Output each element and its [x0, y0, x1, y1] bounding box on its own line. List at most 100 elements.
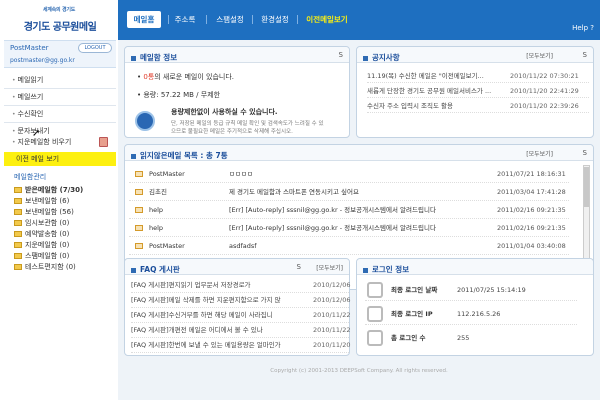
- new-mail-line: • 0통의 새로운 메일이 있습니다.: [137, 73, 235, 81]
- faq-row[interactable]: [FAQ 게시판]수신거부를 하면 해당 메일이 사라집니 2010/11/22: [131, 308, 351, 323]
- faq-row[interactable]: [FAQ 게시판]메일 삭제를 하면 지운편지함으로 가지 않 2010/12/0…: [131, 293, 350, 308]
- folder-item[interactable]: 받은메일함 (7/30): [14, 185, 83, 196]
- mail-from: PostMaster: [149, 170, 185, 178]
- user-box: PostMaster LOGOUT postmaster@gg.go.kr: [4, 40, 116, 68]
- tab-old-mail[interactable]: 이전메일보기: [300, 11, 354, 28]
- folder-item[interactable]: 스팸메일함 (0): [14, 251, 69, 262]
- faq-row[interactable]: [FAQ 게시판]개편전 메일은 어디에서 볼 수 있나 2010/11/22: [131, 323, 350, 338]
- folder-label: 스팸메일함 (0): [25, 252, 70, 260]
- folder-icon: [14, 187, 22, 193]
- mail-row[interactable]: help [Err] [Auto-reply] sssnil@gg.go.kr -…: [129, 219, 569, 237]
- old-mail-view-button[interactable]: 이전 메일 보기: [4, 152, 116, 166]
- new-mail-count[interactable]: 0통: [143, 73, 154, 81]
- mail-row[interactable]: PostMaster asdfadsf 2011/01/04 03:40:08: [129, 237, 569, 255]
- view-all-link[interactable]: [모두보기]: [526, 51, 553, 60]
- faq-subject: [FAQ 게시판]편지읽기 업무문서 저장경로가: [131, 281, 251, 289]
- user-email: postmaster@gg.go.kr: [10, 57, 75, 64]
- panel-title-text: FAQ 게시판: [140, 265, 180, 274]
- mail-row[interactable]: 김초진 제 경기도 메일함과 스마트폰 연동시키고 싶어요 2011/03/04 1…: [129, 183, 569, 201]
- logo-subtitle: 세계속의 경기도: [42, 7, 76, 13]
- tab-spam-settings[interactable]: 스팸설정: [210, 11, 250, 28]
- bullet-icon: •: [12, 77, 16, 84]
- notice-row[interactable]: 새롭게 단장한 경기도 공무원 메일서비스가 ... 2010/11/20 22:…: [367, 84, 589, 98]
- mail-from: PostMaster: [149, 242, 185, 250]
- menu-read-mail[interactable]: • 메일읽기: [4, 72, 116, 89]
- user-name: PostMaster: [10, 44, 49, 52]
- panel-title-text: 읽지않은메일 목록 : 총 7통: [140, 151, 228, 160]
- logout-button[interactable]: LOGOUT: [78, 43, 112, 53]
- view-all-link[interactable]: [모두보기]: [316, 263, 343, 272]
- login-value: 2011/07/25 15:14:19: [457, 286, 526, 294]
- folder-item[interactable]: 예약발송함 (0): [14, 229, 69, 240]
- view-all-link[interactable]: [모두보기]: [526, 149, 553, 158]
- mail-row[interactable]: PostMaster ㅁㅁㅁㅁ 2011/07/21 18:16:31: [129, 165, 569, 183]
- login-label: 최종 로그인 IP: [391, 310, 433, 318]
- bullet-icon: [131, 55, 136, 61]
- tab-mail-home[interactable]: 메일홈: [127, 11, 161, 28]
- folder-item[interactable]: 보낸메일함 (6): [14, 196, 69, 207]
- folder-item[interactable]: 테스트편지함 (0): [14, 262, 76, 273]
- refresh-icon[interactable]: S: [583, 149, 587, 157]
- refresh-icon[interactable]: S: [339, 51, 343, 59]
- panel-title: 읽지않은메일 목록 : 총 7통: [131, 150, 228, 161]
- house-icon: [367, 306, 383, 322]
- folder-item[interactable]: 지운메일함 (0): [14, 240, 69, 251]
- refresh-icon[interactable]: S: [297, 263, 301, 271]
- tab-preferences[interactable]: 환경설정: [255, 11, 295, 28]
- faq-date: 2010/11/22: [313, 311, 351, 319]
- bullet-icon: •: [12, 94, 16, 101]
- mail-date: 2011/07/21 18:16:31: [497, 170, 566, 178]
- notice-date: 2010/11/20 22:39:26: [510, 102, 579, 110]
- bullet-icon: [131, 267, 136, 273]
- help-link[interactable]: Help ?: [572, 24, 594, 32]
- notice-row[interactable]: 수신자 주소 입력시 조직도 활용 2010/11/20 22:39:26: [367, 99, 589, 113]
- folder-manage-link[interactable]: 메일함관리: [4, 171, 116, 183]
- refresh-icon[interactable]: S: [583, 51, 587, 59]
- trash-icon: [99, 137, 108, 147]
- faq-row[interactable]: [FAQ 게시판]편지읽기 업무문서 저장경로가 2010/12/06: [131, 278, 350, 293]
- folder-icon: [14, 264, 22, 270]
- capacity-line: • 용량: 57.22 MB / 무제한: [137, 91, 221, 99]
- nav-divider: [168, 15, 169, 24]
- folder-label: 받은메일함 (7/30): [25, 186, 84, 194]
- help-icon: ?: [590, 24, 594, 32]
- panel-title: 로그인 정보: [363, 264, 409, 275]
- top-nav: 메일홈 주소록 스팸설정 환경설정 이전메일보기 Help ?: [118, 0, 600, 40]
- folder-icon: [14, 198, 22, 204]
- folder-item[interactable]: 보낸메일함 (56): [14, 207, 74, 218]
- new-mail-text: 의 새로운 메일이 있습니다.: [154, 73, 235, 81]
- panel-title-text: 메일함 정보: [140, 53, 178, 62]
- login-row: 최종 로그인 IP 112.216.5.26: [365, 303, 577, 325]
- folder-icon: [14, 220, 22, 226]
- clock-icon: [367, 282, 383, 298]
- panel-title-text: 공지사항: [372, 53, 400, 62]
- folder-item[interactable]: 임시보관함 (0): [14, 218, 69, 229]
- menu-write-mail[interactable]: • 메일쓰기: [4, 89, 116, 106]
- mail-info-panel: 메일함 정보 S • 0통의 새로운 메일이 있습니다. • 용량: 57.22…: [124, 46, 350, 138]
- mail-from: 김초진: [149, 188, 167, 196]
- envelope-icon: [135, 243, 143, 249]
- login-value: 255: [457, 334, 470, 342]
- capacity-label: 용량:: [143, 91, 159, 99]
- mail-subject: asdfadsf: [229, 242, 257, 250]
- count-icon: [367, 330, 383, 346]
- mail-subject: 제 경기도 메일함과 스마트폰 연동시키고 싶어요: [229, 188, 359, 196]
- scrollbar-thumb[interactable]: [584, 167, 589, 207]
- tab-address-book[interactable]: 주소록: [170, 11, 200, 28]
- mail-date: 2011/02/16 09:21:35: [497, 224, 566, 232]
- menu-receipt-check[interactable]: • 수신확인: [4, 106, 116, 123]
- footer-copyright: Copyright (c) 2001-2013 DEEPSoft Company…: [270, 368, 448, 374]
- logo[interactable]: 세계속의 경기도 경기도 공무원메일: [0, 0, 118, 40]
- bullet-icon: [363, 55, 368, 61]
- login-row: 최종 로그인 날짜 2011/07/25 15:14:19: [365, 279, 577, 301]
- faq-row[interactable]: [FAQ 게시판]한번에 보낼 수 있는 메일용량은 얼마인가 2010/11/2…: [131, 338, 350, 353]
- menu-empty-trash[interactable]: • 지운메일함 비우기: [4, 134, 116, 151]
- unlimited-desc: 단, 저장된 메일의 등급 규칙 메일 확인 및 검색속도가 느려질 수 있: [171, 121, 324, 127]
- notice-row[interactable]: 11.19(목) 수신한 메일은 "이전메일보기... 2010/11/22 07…: [367, 69, 589, 83]
- login-label: 총 로그인 수: [391, 334, 426, 342]
- login-value: 112.216.5.26: [457, 310, 501, 318]
- envelope-icon: [135, 189, 143, 195]
- folder-label: 보낸메일함 (6): [25, 197, 70, 205]
- mail-row[interactable]: help [Err] [Auto-reply] sssnil@gg.go.kr -…: [129, 201, 569, 219]
- logo-title: 경기도 공무원메일: [23, 22, 97, 33]
